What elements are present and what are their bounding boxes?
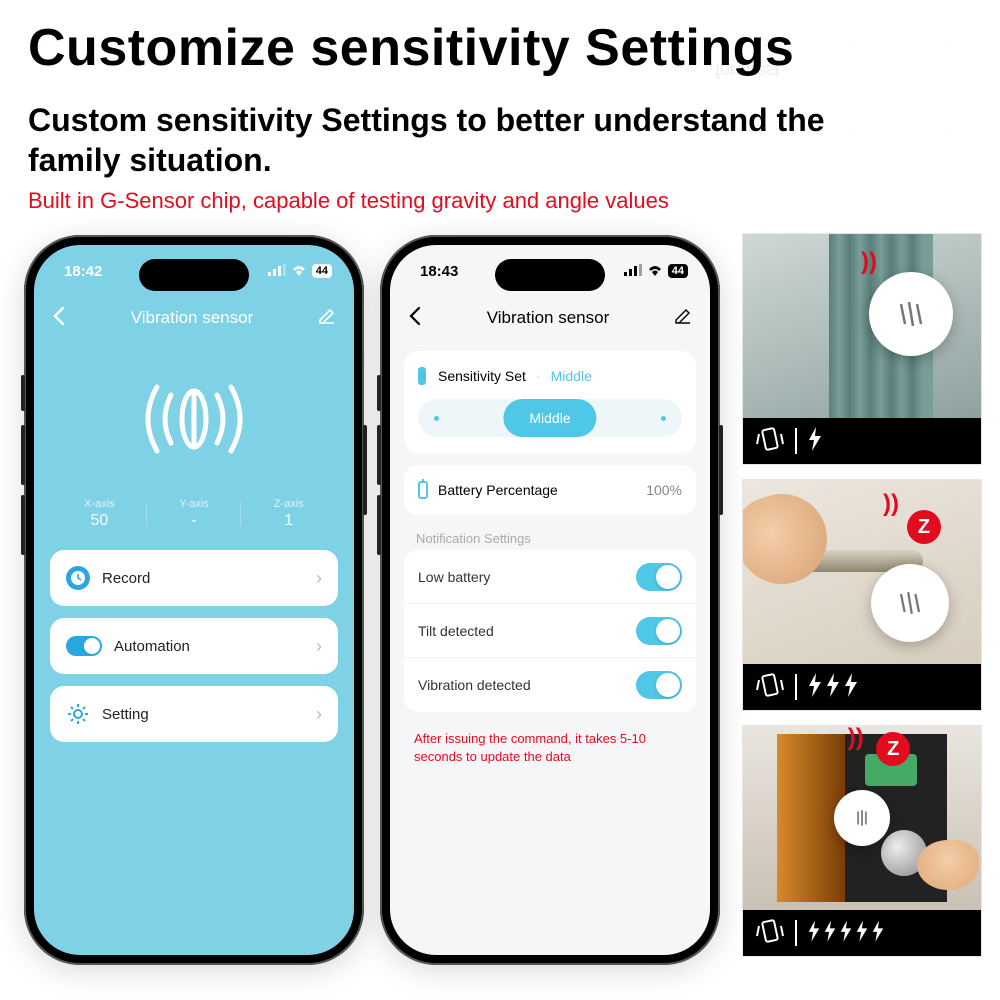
bolt-icon — [823, 919, 837, 948]
thumb-curtain: )) — [742, 233, 982, 465]
battery-label: Battery Percentage — [438, 482, 558, 498]
setting-label: Setting — [102, 706, 149, 723]
bolt-icon — [807, 673, 823, 702]
back-icon[interactable] — [408, 306, 422, 331]
signal-waves-icon: )) — [883, 490, 899, 518]
section-header: Notification Settings — [416, 531, 684, 546]
wifi-icon — [646, 263, 664, 280]
intensity-bolts — [807, 919, 885, 948]
clock-icon — [66, 566, 90, 590]
record-label: Record — [102, 570, 150, 587]
feature-note: Built in G-Sensor chip, capable of testi… — [28, 188, 669, 214]
bolt-icon — [871, 919, 885, 948]
thumb-door-handle: )) Z — [742, 479, 982, 711]
sensitivity-slider[interactable]: Middle — [418, 399, 682, 437]
edit-icon[interactable] — [318, 307, 336, 330]
phone-vibrate-icon — [755, 425, 785, 458]
use-case-thumbnails: )) )) Z — [742, 233, 982, 957]
toggle-switch[interactable] — [636, 671, 682, 699]
dynamic-island — [495, 259, 605, 291]
record-row[interactable]: Record › — [50, 550, 338, 606]
axis-y: Y-axis - — [147, 498, 242, 530]
sensitivity-icon — [418, 367, 426, 385]
nav-bar: Vibration sensor — [34, 297, 354, 339]
automation-label: Automation — [114, 638, 190, 655]
nav-bar: Vibration sensor — [390, 297, 710, 339]
intensity-bolts — [807, 673, 859, 702]
edit-icon[interactable] — [674, 307, 692, 330]
bolt-icon — [855, 919, 869, 948]
setting-row[interactable]: Setting › — [50, 686, 338, 742]
wifi-icon — [290, 263, 308, 280]
dynamic-island — [139, 259, 249, 291]
sensor-device-icon — [834, 790, 890, 846]
low-battery-label: Low battery — [418, 569, 490, 585]
cellular-icon — [268, 263, 286, 280]
phone-vibrate-icon — [755, 671, 785, 704]
vibration-row[interactable]: Vibration detected — [404, 658, 696, 712]
bolt-icon — [807, 427, 823, 456]
notification-list: Low battery Tilt detected Vibration dete… — [404, 550, 696, 712]
sensitivity-panel: Sensitivity Set · Middle Middle — [404, 351, 696, 453]
thumb-safe: )) Z — [742, 725, 982, 957]
gear-icon — [66, 702, 90, 726]
status-time: 18:42 — [64, 263, 102, 280]
automation-row[interactable]: Automation › — [50, 618, 338, 674]
toggle-switch[interactable] — [636, 563, 682, 591]
cellular-icon — [624, 263, 642, 280]
battery-value: 100% — [646, 482, 682, 498]
sensitivity-label: Sensitivity Set — [438, 368, 526, 384]
signal-waves-icon: )) — [861, 248, 877, 276]
phone-mockup-settings: 18:43 44 Vibration sensor — [380, 235, 720, 965]
status-time: 18:43 — [420, 263, 458, 280]
page-title: Vibration sensor — [487, 308, 610, 328]
hand-icon — [917, 840, 979, 890]
page-title: Vibration sensor — [131, 308, 254, 328]
signal-waves-icon: )) — [848, 725, 864, 752]
axis-z: Z-axis 1 — [241, 498, 336, 530]
axes-readout: X-axis 50 Y-axis - Z-axis 1 — [34, 498, 354, 550]
sensor-device-icon — [869, 272, 953, 356]
headline: Customize sensitivity Settings — [28, 18, 794, 78]
phone-vibrate-icon — [755, 917, 785, 950]
intensity-bolts — [807, 427, 823, 456]
subheadline: Custom sensitivity Settings to better un… — [28, 100, 848, 180]
vibration-icon — [119, 371, 269, 472]
phone-mockup-dashboard: 18:42 44 Vibration sensor — [24, 235, 364, 965]
chevron-right-icon: › — [316, 704, 322, 725]
bolt-icon — [825, 673, 841, 702]
toggle-on-icon — [66, 636, 102, 656]
chevron-right-icon: › — [316, 568, 322, 589]
bolt-icon — [807, 919, 821, 948]
battery-badge: 44 — [668, 264, 688, 278]
battery-badge: 44 — [312, 264, 332, 278]
battery-row: Battery Percentage 100% — [404, 465, 696, 515]
bolt-icon — [839, 919, 853, 948]
tilt-label: Tilt detected — [418, 623, 494, 639]
battery-icon — [418, 481, 428, 499]
sensitivity-value: Middle — [551, 368, 592, 384]
low-battery-row[interactable]: Low battery — [404, 550, 696, 604]
bolt-icon — [843, 673, 859, 702]
zigbee-badge-icon: Z — [907, 510, 941, 544]
back-icon[interactable] — [52, 306, 66, 331]
command-note: After issuing the command, it takes 5-10… — [414, 730, 686, 766]
vibration-label: Vibration detected — [418, 677, 531, 693]
toggle-switch[interactable] — [636, 617, 682, 645]
sensitivity-pill: Middle — [503, 399, 596, 437]
axis-x: X-axis 50 — [52, 498, 147, 530]
tilt-row[interactable]: Tilt detected — [404, 604, 696, 658]
chevron-right-icon: › — [316, 636, 322, 657]
sensor-device-icon — [871, 564, 949, 642]
